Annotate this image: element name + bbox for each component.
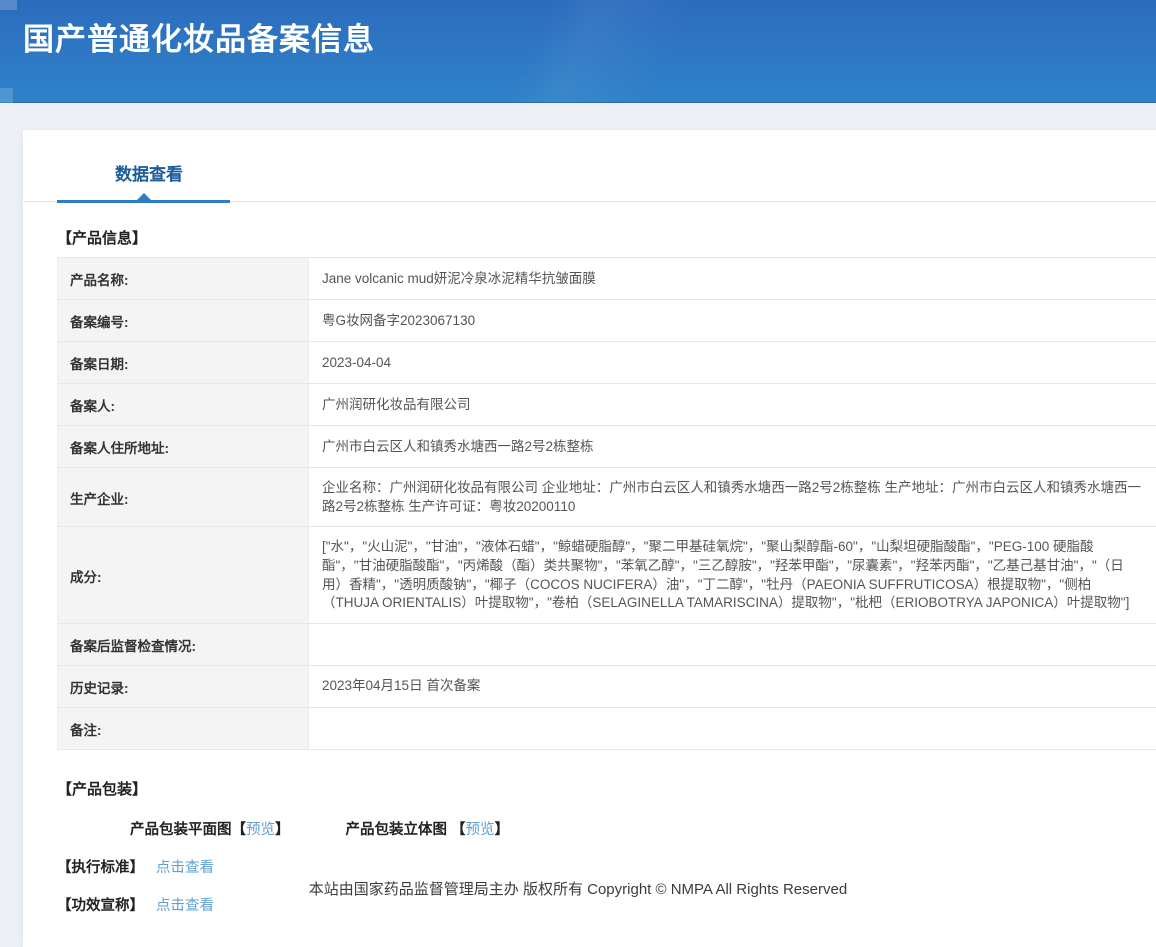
row-label: 备案人:: [58, 384, 309, 425]
table-row-registration-number: 备案编号: 粤G妆网备字2023067130: [58, 300, 1156, 342]
tab-data-view[interactable]: 数据查看: [115, 160, 183, 185]
row-value: 2023-04-04: [309, 342, 1156, 383]
row-label: 备案人住所地址:: [58, 426, 309, 467]
header-left-square-decoration: [0, 88, 13, 103]
packaging-stereo-view-preview-link[interactable]: 预览: [466, 822, 495, 838]
row-label: 备案日期:: [58, 342, 309, 383]
row-label: 生产企业:: [58, 468, 309, 526]
copyright-text: 本站由国家药品监督管理局主办 版权所有 Copyright © NMPA All…: [309, 881, 847, 898]
row-label: 备注:: [58, 708, 309, 749]
row-label: 历史记录:: [58, 666, 309, 707]
table-row-remarks: 备注:: [58, 708, 1156, 750]
page-footer: 本站由国家药品监督管理局主办 版权所有 Copyright © NMPA All…: [0, 863, 1156, 913]
row-value: [309, 624, 1156, 665]
row-value: 企业名称：广州润研化妆品有限公司 企业地址：广州市白云区人和镇秀水塘西一路2号2…: [309, 468, 1156, 526]
row-value: ["水"，"火山泥"，"甘油"，"液体石蜡"，"鲸蜡硬脂醇"，"聚二甲基硅氧烷"…: [309, 527, 1156, 623]
row-value: [309, 708, 1156, 749]
row-label: 成分:: [58, 527, 309, 623]
table-row-registrant-address: 备案人住所地址: 广州市白云区人和镇秀水塘西一路2号2栋整栋: [58, 426, 1156, 468]
packaging-previews-row: 产品包装平面图【预览】 产品包装立体图 【预览】: [57, 818, 1156, 839]
packaging-flat-view-item: 产品包装平面图【预览】: [130, 818, 290, 839]
row-label: 产品名称:: [58, 258, 309, 299]
bracket-close: 】: [275, 822, 290, 838]
table-row-supervision-check: 备案后监督检查情况:: [58, 624, 1156, 666]
row-value: 粤G妆网备字2023067130: [309, 300, 1156, 341]
bracket-open: 【: [451, 822, 466, 838]
packaging-flat-view-preview-link[interactable]: 预览: [246, 822, 275, 838]
section-title-packaging: 【产品包装】: [57, 778, 1156, 799]
bracket-close: 】: [495, 822, 510, 838]
product-info-table: 产品名称: Jane volcanic mud妍泥冷泉冰泥精华抗皱面膜 备案编号…: [57, 257, 1156, 750]
row-value: 广州市白云区人和镇秀水塘西一路2号2栋整栋: [309, 426, 1156, 467]
table-row-product-name: 产品名称: Jane volcanic mud妍泥冷泉冰泥精华抗皱面膜: [58, 258, 1156, 300]
bracket-open: 【: [232, 822, 247, 838]
table-row-history: 历史记录: 2023年04月15日 首次备案: [58, 666, 1156, 708]
table-row-registrant: 备案人: 广州润研化妆品有限公司: [58, 384, 1156, 426]
row-label: 备案后监督检查情况:: [58, 624, 309, 665]
row-value: 广州润研化妆品有限公司: [309, 384, 1156, 425]
packaging-stereo-view-item: 产品包装立体图 【预览】: [346, 818, 510, 839]
page-header: 国产普通化妆品备案信息: [0, 0, 1156, 103]
table-row-manufacturer: 生产企业: 企业名称：广州润研化妆品有限公司 企业地址：广州市白云区人和镇秀水塘…: [58, 468, 1156, 527]
row-value: 2023年04月15日 首次备案: [309, 666, 1156, 707]
table-row-registration-date: 备案日期: 2023-04-04: [58, 342, 1156, 384]
content-area: 【产品信息】 产品名称: Jane volcanic mud妍泥冷泉冰泥精华抗皱…: [23, 227, 1156, 915]
row-value: Jane volcanic mud妍泥冷泉冰泥精华抗皱面膜: [309, 258, 1156, 299]
row-label: 备案编号:: [58, 300, 309, 341]
packaging-stereo-view-label: 产品包装立体图: [346, 822, 452, 838]
page-title: 国产普通化妆品备案信息: [23, 14, 375, 59]
header-corner-square-decoration: [0, 0, 17, 10]
table-row-ingredients: 成分: ["水"，"火山泥"，"甘油"，"液体石蜡"，"鲸蜡硬脂醇"，"聚二甲基…: [58, 527, 1156, 624]
tab-bar: 数据查看: [23, 130, 1156, 202]
packaging-flat-view-label: 产品包装平面图: [130, 822, 232, 838]
main-card: 数据查看 【产品信息】 产品名称: Jane volcanic mud妍泥冷泉冰…: [23, 130, 1156, 947]
active-tab-indicator: [57, 200, 230, 203]
section-title-product-info: 【产品信息】: [57, 227, 1156, 248]
active-tab-arrow-icon: [137, 193, 151, 200]
